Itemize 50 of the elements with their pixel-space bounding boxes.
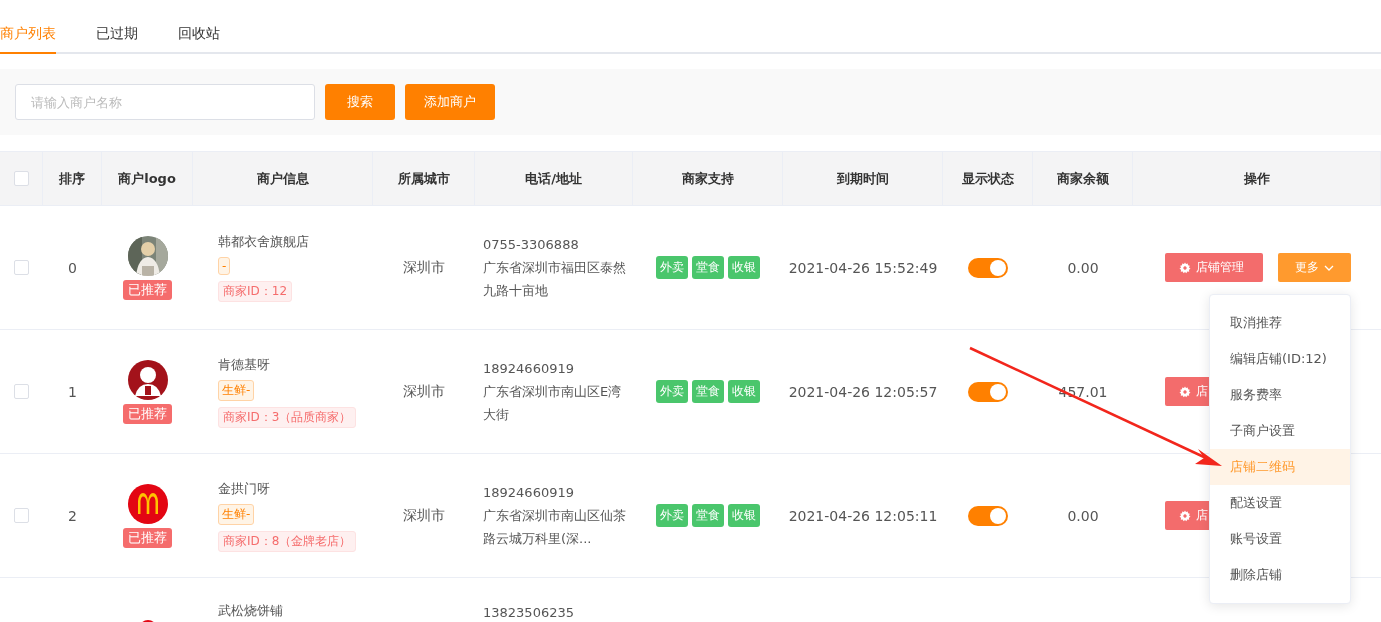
expiry-time: 2021-04-26 12:05:57 [788,383,938,400]
column-header: 显示状态 [961,169,1014,188]
expiry-time: 2021-04-26 12:05:11 [788,507,938,524]
phone-text: 18924660919 [483,484,575,502]
balance-text: 0.00 [1067,259,1099,276]
support-tag: 收银 [728,504,760,527]
expiry-time: 2021-04-26 15:52:49 [788,259,938,276]
support-tag: 外卖 [656,380,688,403]
merchant-id-tag: 商家ID：12 [218,281,293,302]
phone-text: 18924660919 [483,360,575,378]
phone-text: 13823506235 [483,604,575,622]
support-tag: 外卖 [656,504,688,527]
merchant-id-tag: 商家ID：3（品质商家） [218,406,357,428]
column-header: 电话/地址 [525,169,582,188]
category-tag: 生鲜- [218,379,255,401]
column-header: 到期时间 [836,169,889,188]
column-header: 商家余额 [1056,169,1109,188]
address-text: 广东省深圳市福田区泰然九路十亩地 [483,259,627,300]
merchant-name: 金拱门呀 [218,479,270,498]
city-text: 深圳市 [403,382,445,401]
support-tag: 收银 [728,380,760,403]
recommended-badge: 已推荐 [123,279,172,300]
sort-number: 2 [68,507,77,524]
column-header: 商家支持 [681,169,734,188]
support-tag: 堂食 [692,380,724,403]
address-text: 广东省深圳市南山区仙茶路云城万科里(深... [483,507,627,548]
recommended-badge: 已推荐 [123,527,172,548]
category-tag: 生鲜- [218,503,255,525]
column-header: 排序 [59,169,85,188]
category-tag: - [218,257,231,275]
support-tag: 收银 [728,256,760,279]
merchant-name: 韩都衣舍旗舰店 [218,233,309,251]
merchant-name: 武松烧饼铺 [218,602,283,620]
column-header: 商户信息 [256,169,309,188]
address-text: 广东省深圳市南山区E湾大街 [483,383,623,424]
merchant-name: 肯德基呀 [218,355,270,374]
column-header: 所属城市 [397,169,450,188]
support-tag: 堂食 [692,256,724,279]
city-text: 深圳市 [403,506,445,525]
recommended-badge: 已推荐 [123,403,172,424]
sort-number: 0 [68,259,77,276]
column-header: 商户logo [118,169,176,188]
city-text: 深圳市 [403,258,445,277]
support-tag: 堂食 [692,504,724,527]
column-header: 操作 [1243,169,1270,188]
support-tag: 外卖 [656,256,688,279]
merchant-id-tag: 商家ID：8（金牌老店） [218,530,357,552]
sort-number: 1 [68,383,77,400]
balance-text: 0.00 [1067,507,1099,524]
phone-text: 0755-3306888 [483,236,580,254]
